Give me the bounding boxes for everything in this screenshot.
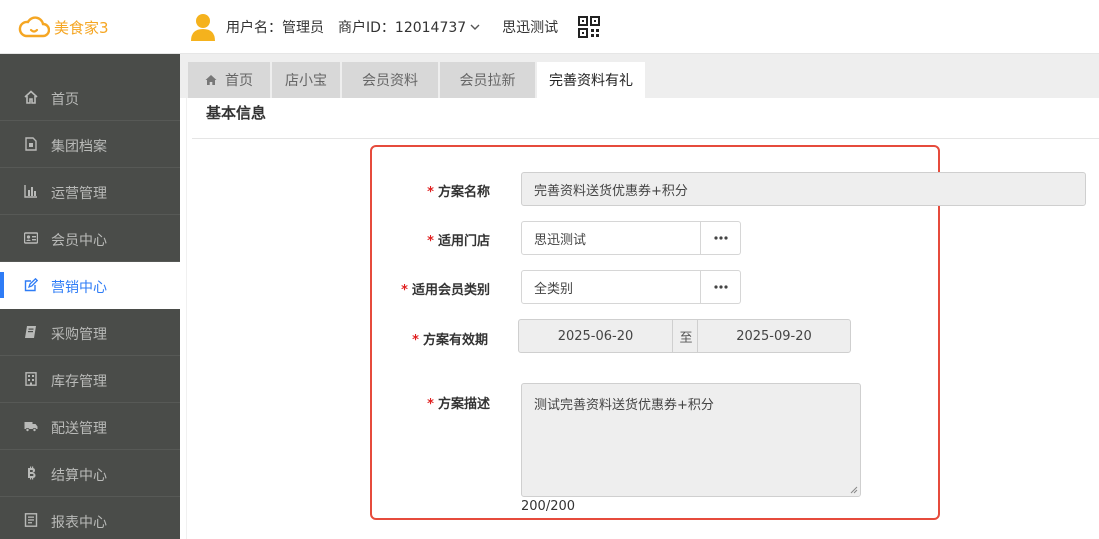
description-textarea[interactable]: 测试完善资料送货优惠券+积分 — [521, 383, 861, 497]
tab-dianxiaobao[interactable]: 店小宝 — [272, 62, 341, 98]
tab-label: 店小宝 — [285, 73, 327, 89]
sidebar-item-label: 结算中心 — [51, 468, 107, 484]
building-icon — [25, 372, 37, 386]
edit-icon — [24, 278, 38, 292]
tab-label: 完善资料有礼 — [549, 73, 633, 89]
tab-label: 会员拉新 — [459, 73, 516, 89]
end-date-input[interactable]: 2025-09-20 — [697, 319, 851, 353]
sidebar-item-members[interactable]: 会员中心 — [0, 215, 180, 262]
section-divider — [192, 138, 1099, 139]
required-mark: * — [427, 397, 434, 412]
store-input[interactable]: 思迅测试 — [521, 221, 701, 255]
member-type-label: * 适用会员类别 — [401, 283, 490, 298]
tab-member-acquisition[interactable]: 会员拉新 — [440, 62, 536, 98]
merchant-id-dropdown[interactable]: 商户ID：12014737 — [338, 17, 466, 37]
resize-handle-icon[interactable] — [850, 486, 858, 494]
logo-text: 美食家3 — [54, 18, 109, 37]
tab-label: 首页 — [225, 73, 253, 89]
sidebar-item-label: 采购管理 — [51, 327, 107, 343]
top-header: 美食家3 用户名：管理员 商户ID：12014737 思迅测试 — [0, 0, 1099, 54]
more-dots-icon — [713, 285, 728, 289]
description-label: * 方案描述 — [427, 397, 490, 412]
bitcoin-icon — [28, 466, 36, 480]
sidebar-item-group-archive[interactable]: 集团档案 — [0, 121, 180, 168]
report-icon — [24, 513, 38, 527]
cloud-logo-icon — [18, 16, 50, 38]
sidebar-item-label: 配送管理 — [51, 421, 107, 437]
chevron-down-icon[interactable] — [470, 22, 480, 32]
sidebar-item-home[interactable]: 首页 — [0, 74, 180, 121]
tab-bar: 首页 店小宝 会员资料 会员拉新 完善资料有礼 — [180, 54, 1099, 98]
sidebar: 首页 集团档案 运营管理 会员中心 营销中心 采购管理 库存管理 配送管理 结算… — [0, 54, 180, 539]
id-card-icon — [24, 232, 38, 244]
tab-member-info[interactable]: 会员资料 — [342, 62, 439, 98]
sidebar-item-purchasing[interactable]: 采购管理 — [0, 309, 180, 356]
home-icon — [205, 75, 217, 85]
character-counter: 200/200 — [521, 499, 576, 514]
member-type-input[interactable]: 全类别 — [521, 270, 701, 304]
sidebar-item-operations[interactable]: 运营管理 — [0, 168, 180, 215]
plan-name-label: * 方案名称 — [427, 185, 490, 200]
username-label: 用户名：管理员 — [226, 20, 324, 36]
start-date-input[interactable]: 2025-06-20 — [518, 319, 673, 353]
bar-chart-icon — [24, 185, 37, 198]
sidebar-item-marketing[interactable]: 营销中心 — [0, 262, 180, 309]
content-divider — [186, 98, 187, 539]
tab-home[interactable]: 首页 — [188, 62, 271, 98]
more-dots-icon — [713, 236, 728, 240]
store-label: * 适用门店 — [427, 234, 490, 249]
sidebar-item-label: 首页 — [51, 92, 79, 108]
sidebar-item-label: 营销中心 — [51, 280, 107, 296]
sidebar-item-inventory[interactable]: 库存管理 — [0, 356, 180, 403]
sidebar-item-label: 运营管理 — [51, 186, 107, 202]
member-type-select-button[interactable] — [701, 270, 741, 304]
validity-label: * 方案有效期 — [412, 333, 488, 348]
file-icon — [25, 137, 37, 151]
section-title: 基本信息 — [206, 104, 267, 122]
home-icon — [24, 90, 38, 104]
active-indicator — [0, 272, 4, 298]
required-mark: * — [427, 185, 434, 200]
user-area: 用户名：管理员 商户ID：12014737 思迅测试 — [190, 12, 601, 42]
sidebar-item-label: 报表中心 — [51, 515, 107, 531]
sidebar-item-reports[interactable]: 报表中心 — [0, 497, 180, 539]
sidebar-item-label: 会员中心 — [51, 233, 107, 249]
sidebar-item-settlement[interactable]: 结算中心 — [0, 450, 180, 497]
qr-code-icon[interactable] — [578, 16, 601, 38]
store-select-button[interactable] — [701, 221, 741, 255]
date-separator: 至 — [673, 319, 699, 353]
tab-label: 会员资料 — [362, 73, 418, 89]
plan-name-input[interactable]: 完善资料送货优惠券+积分 — [521, 172, 1086, 206]
sidebar-item-label: 集团档案 — [51, 139, 107, 155]
current-store[interactable]: 思迅测试 — [502, 17, 558, 37]
required-mark: * — [401, 283, 408, 298]
avatar-icon[interactable] — [190, 13, 216, 41]
brand-logo[interactable]: 美食家3 — [18, 14, 109, 40]
sidebar-item-delivery[interactable]: 配送管理 — [0, 403, 180, 450]
required-mark: * — [427, 234, 434, 249]
book-icon — [25, 326, 36, 338]
sidebar-item-label: 库存管理 — [51, 374, 107, 390]
truck-icon — [24, 422, 38, 432]
tab-profile-reward[interactable]: 完善资料有礼 — [537, 62, 646, 98]
required-mark: * — [412, 333, 419, 348]
